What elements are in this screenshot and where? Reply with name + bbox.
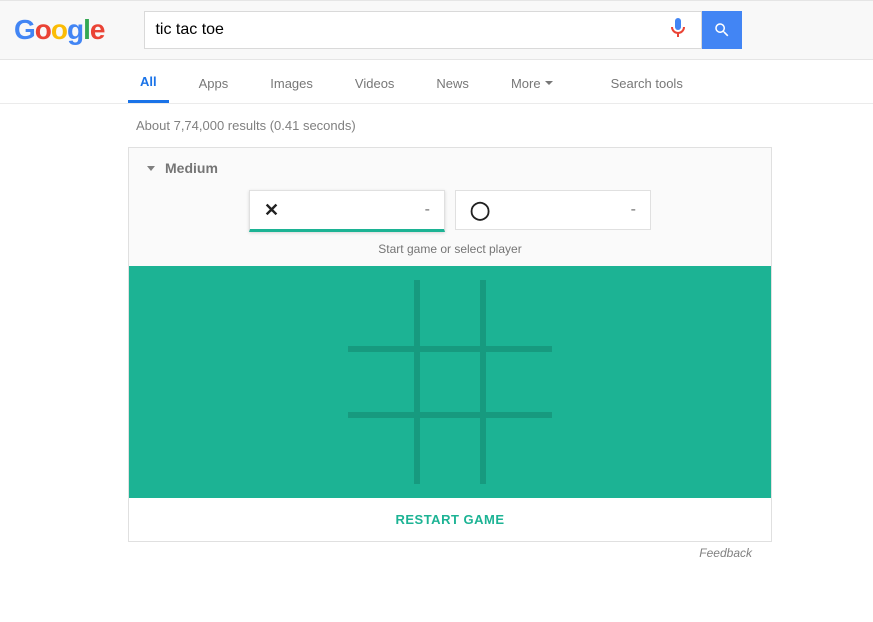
player-x-score: - — [425, 201, 430, 219]
caret-down-icon — [147, 166, 155, 171]
player-o-score: - — [631, 201, 636, 219]
board-area — [129, 266, 771, 498]
caret-down-icon — [545, 81, 553, 85]
search-box[interactable] — [144, 11, 702, 49]
tab-news[interactable]: News — [424, 62, 481, 102]
cell-2-2[interactable] — [486, 418, 552, 484]
difficulty-selector[interactable]: Medium — [129, 148, 771, 182]
tab-apps[interactable]: Apps — [187, 62, 241, 102]
tab-all[interactable]: All — [128, 60, 169, 103]
search-tools[interactable]: Search tools — [599, 62, 695, 102]
header-bar: Google — [0, 0, 873, 60]
restart-button[interactable]: RESTART GAME — [129, 498, 771, 541]
search-input[interactable] — [155, 21, 665, 39]
results-stats: About 7,74,000 results (0.41 seconds) — [136, 118, 873, 133]
search-button[interactable] — [702, 11, 742, 49]
player-row: ✕ - ◯ - — [129, 182, 771, 242]
player-o-box[interactable]: ◯ - — [455, 190, 651, 230]
cell-1-1[interactable] — [417, 349, 483, 415]
tabs-row: All Apps Images Videos News More Search … — [0, 60, 873, 104]
feedback-link[interactable]: Feedback — [128, 542, 752, 560]
cell-0-0[interactable] — [348, 280, 414, 346]
search-icon — [713, 21, 731, 39]
player-x-box[interactable]: ✕ - — [249, 190, 445, 232]
cell-1-0[interactable] — [348, 349, 414, 415]
start-hint: Start game or select player — [129, 242, 771, 266]
cell-0-1[interactable] — [417, 280, 483, 346]
cell-1-2[interactable] — [486, 349, 552, 415]
google-logo[interactable]: Google — [14, 14, 104, 46]
x-mark-icon: ✕ — [264, 200, 279, 221]
mic-icon[interactable] — [665, 18, 691, 43]
tab-videos[interactable]: Videos — [343, 62, 407, 102]
cell-0-2[interactable] — [486, 280, 552, 346]
cell-2-1[interactable] — [417, 418, 483, 484]
search-form — [144, 11, 742, 49]
difficulty-label: Medium — [165, 160, 218, 176]
game-board — [348, 280, 552, 484]
o-mark-icon: ◯ — [470, 200, 490, 221]
tab-images[interactable]: Images — [258, 62, 325, 102]
tab-more[interactable]: More — [499, 62, 565, 102]
cell-2-0[interactable] — [348, 418, 414, 484]
tictactoe-card: Medium ✕ - ◯ - Start game or select play… — [128, 147, 772, 542]
